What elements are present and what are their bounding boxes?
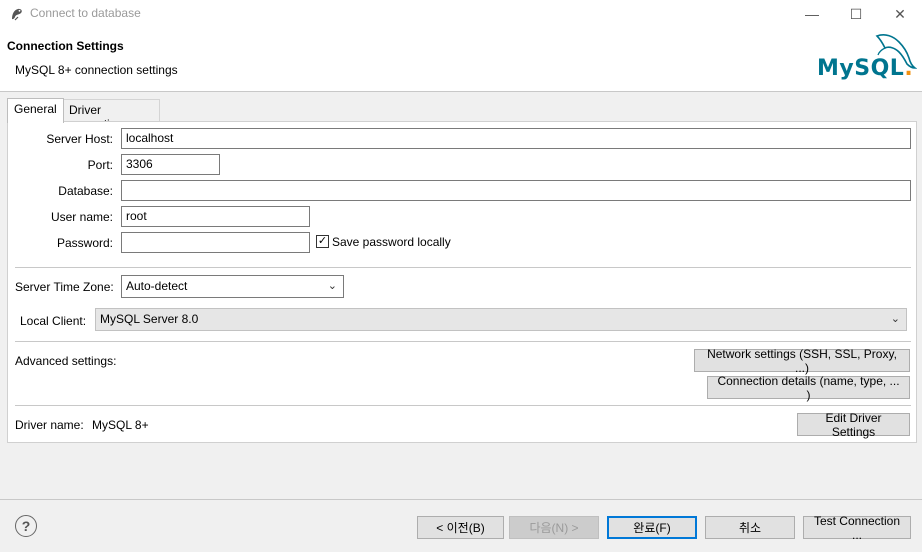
server-time-zone-value: Auto-detect	[126, 279, 188, 293]
footer-divider	[0, 499, 922, 500]
app-icon	[9, 6, 25, 22]
database-label: Database:	[58, 184, 113, 198]
save-password-checkbox[interactable]: ✓	[316, 235, 329, 248]
page-title: Connection Settings	[7, 39, 124, 53]
divider	[15, 267, 911, 268]
close-button[interactable]: ✕	[878, 0, 922, 28]
tab-general[interactable]: General	[7, 98, 64, 123]
page-subtitle: MySQL 8+ connection settings	[15, 63, 178, 77]
driver-name-label: Driver name:	[15, 418, 84, 432]
window-title: Connect to database	[30, 6, 141, 20]
password-label: Password:	[56, 236, 113, 250]
chevron-down-icon: ⌄	[327, 280, 337, 292]
port-label: Port:	[87, 158, 113, 172]
local-client-select[interactable]: MySQL Server 8.0 ⌄	[95, 308, 907, 331]
user-name-input[interactable]: root	[121, 206, 310, 227]
database-input[interactable]	[121, 180, 911, 201]
maximize-button[interactable]: ☐	[834, 0, 878, 28]
dialog-header: Connection Settings MySQL 8+ connection …	[0, 28, 922, 92]
test-connection-button[interactable]: Test Connection ...	[803, 514, 911, 542]
edit-driver-settings-button[interactable]: Edit Driver Settings	[797, 411, 910, 439]
local-client-value: MySQL Server 8.0	[100, 312, 199, 326]
divider	[15, 341, 911, 342]
user-name-label: User name:	[50, 210, 113, 224]
driver-name-value: MySQL 8+	[92, 418, 149, 432]
connection-details-button[interactable]: Connection details (name, type, ... )	[707, 374, 910, 402]
divider	[15, 405, 911, 406]
check-icon: ✓	[317, 235, 328, 247]
back-button[interactable]: < 이전(B)	[417, 516, 504, 539]
network-settings-button[interactable]: Network settings (SSH, SSL, Proxy, ...)	[694, 347, 910, 375]
chevron-down-icon: ⌄	[890, 313, 900, 325]
title-bar: Connect to database — ☐ ✕	[0, 0, 922, 28]
password-input[interactable]	[121, 232, 310, 253]
tab-driver-properties[interactable]: Driver properties	[62, 99, 160, 131]
logo-text: MySQL	[817, 56, 905, 81]
close-icon: ✕	[894, 5, 906, 22]
maximize-icon: ☐	[849, 5, 863, 22]
server-time-zone-select[interactable]: Auto-detect ⌄	[121, 275, 344, 298]
next-button[interactable]: 다음(N) >	[509, 516, 599, 539]
cancel-button[interactable]: 취소	[705, 516, 795, 539]
finish-button[interactable]: 완료(F)	[607, 516, 697, 539]
port-input[interactable]: 3306	[121, 154, 220, 175]
minimize-icon: —	[805, 6, 819, 22]
save-password-label: Save password locally	[332, 235, 451, 249]
server-host-label: Server Host:	[46, 132, 113, 146]
logo-dot: .	[904, 56, 914, 81]
server-time-zone-label: Server Time Zone:	[15, 280, 114, 294]
minimize-button[interactable]: —	[790, 0, 834, 28]
help-icon[interactable]: ?	[15, 515, 37, 537]
server-host-input[interactable]: localhost	[121, 128, 911, 149]
mysql-logo: MySQL.	[815, 30, 918, 88]
advanced-settings-label: Advanced settings:	[15, 354, 117, 368]
local-client-label: Local Client:	[20, 314, 87, 328]
